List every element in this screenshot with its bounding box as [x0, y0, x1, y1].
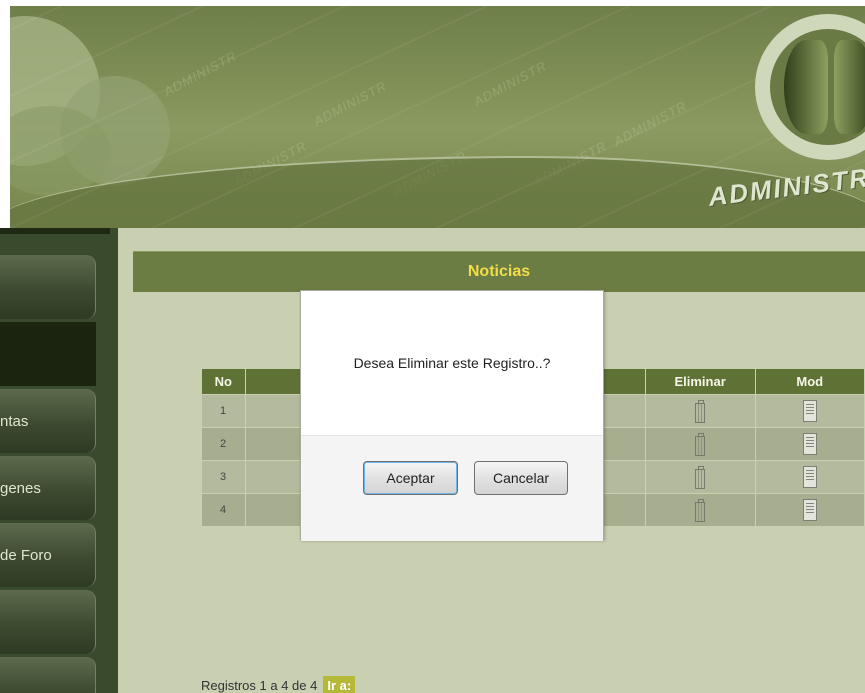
accept-button[interactable]: Aceptar	[363, 461, 458, 495]
dialog-button-area: Aceptar Cancelar	[301, 435, 603, 541]
modal-overlay: Desea Eliminar este Registro..? Aceptar …	[0, 0, 865, 693]
dialog-message: Desea Eliminar este Registro..?	[353, 355, 551, 371]
confirm-dialog: Desea Eliminar este Registro..? Aceptar …	[300, 290, 604, 541]
dialog-message-area: Desea Eliminar este Registro..?	[301, 291, 603, 435]
app-window: ADMINISTR ADMINISTR ADMINISTR ADMINISTR …	[0, 0, 865, 693]
cancel-button[interactable]: Cancelar	[474, 461, 568, 495]
